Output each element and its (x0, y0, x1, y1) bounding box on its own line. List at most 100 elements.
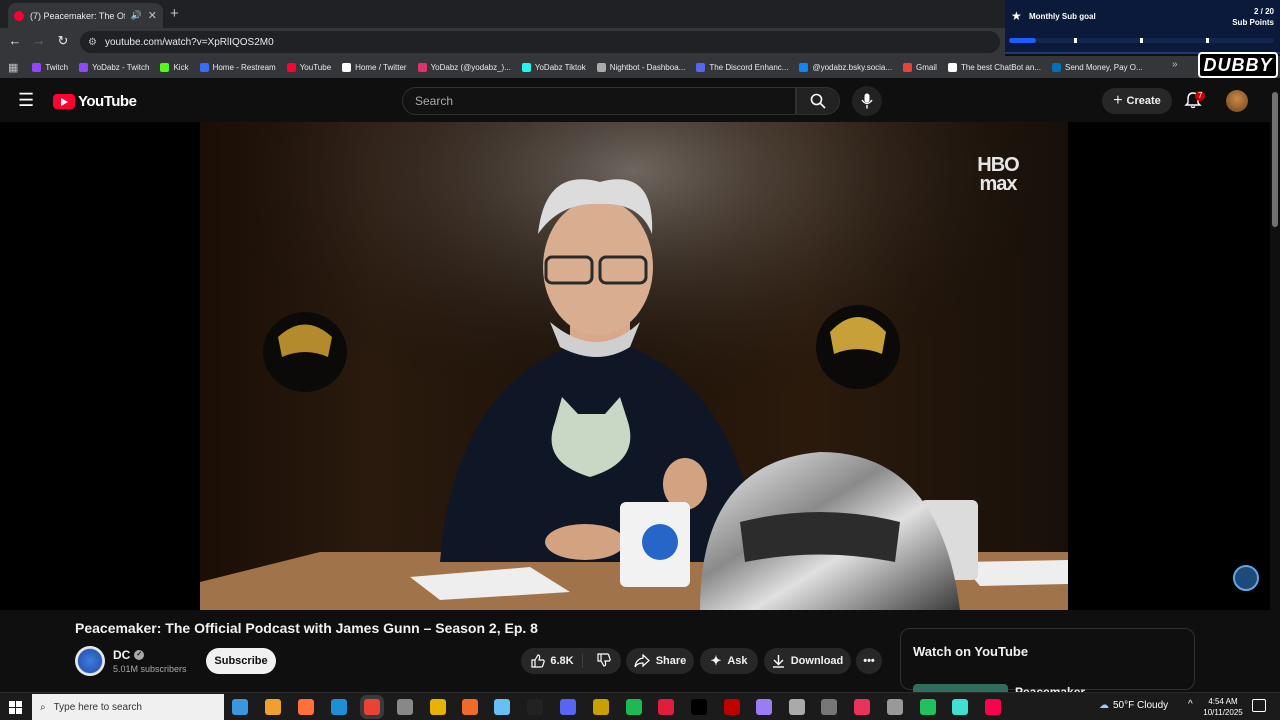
subscriber-count: 5.01M subscribers (113, 664, 187, 674)
youtube-logo[interactable]: YouTube (53, 93, 137, 110)
close-tab-icon[interactable]: ✕ (148, 9, 157, 22)
taskbar-app-icon[interactable] (364, 699, 380, 715)
taskbar-search-input[interactable]: ⌕ Type here to search (32, 694, 224, 720)
channel-name-row[interactable]: DC ✓ (113, 648, 145, 662)
bookmark-favicon-icon (947, 62, 957, 72)
taskbar-app-icon[interactable] (920, 699, 936, 715)
taskbar-app-icon[interactable] (397, 699, 413, 715)
bookmark-label: Kick (173, 62, 189, 72)
search-button[interactable] (796, 87, 840, 115)
download-button[interactable]: Download (764, 648, 851, 674)
video-title: Peacemaker: The Official Podcast with Ja… (75, 620, 538, 636)
taskbar-app-icon[interactable] (298, 699, 314, 715)
taskbar-app-icon[interactable] (331, 699, 347, 715)
create-label: Create (1126, 95, 1161, 107)
taskbar-app-icon[interactable] (560, 699, 576, 715)
like-dislike-group: 6.8K (521, 648, 621, 674)
windows-start-icon[interactable] (9, 701, 22, 714)
address-bar[interactable]: ⚙ youtube.com/watch?v=XpRlIQOS2M0 (80, 31, 1000, 53)
site-info-icon[interactable]: ⚙ (88, 37, 97, 48)
bookmark-item[interactable]: YoDabz - Twitch (79, 62, 149, 72)
more-actions-button[interactable]: ••• (856, 648, 882, 674)
subscribe-button[interactable]: Subscribe (206, 648, 276, 674)
taskbar-app-icon[interactable] (724, 699, 740, 715)
taskbar-app-icon[interactable] (985, 699, 1001, 715)
video-player[interactable]: HBO max (0, 122, 1270, 610)
taskbar-app-icon[interactable] (756, 699, 772, 715)
new-tab-button[interactable]: + (170, 5, 179, 22)
taskbar-app-icon[interactable] (854, 699, 870, 715)
clock-date: 10/11/2025 (1203, 708, 1243, 717)
bookmark-item[interactable]: Home / Twitter (342, 62, 407, 72)
hamburger-menu-icon[interactable]: ☰ (18, 91, 34, 109)
more-bookmarks-icon[interactable]: » (1172, 59, 1178, 70)
voice-search-button[interactable] (852, 86, 882, 116)
create-button[interactable]: + Create (1102, 88, 1172, 114)
bookmark-label: Twitch (45, 62, 69, 72)
watch-on-youtube-panel: Watch on YouTube Peacemaker (900, 628, 1195, 699)
bookmark-favicon-icon (596, 62, 606, 72)
taskbar-app-icon[interactable] (658, 699, 674, 715)
speaker-icon[interactable]: 🔊 (131, 10, 142, 21)
bookmark-item[interactable]: The Discord Enhanc... (696, 62, 788, 72)
taskbar-app-icon[interactable] (789, 699, 805, 715)
bookmark-favicon-icon (799, 62, 809, 72)
channel-name[interactable]: DC (113, 648, 130, 662)
bookmark-item[interactable]: Gmail (903, 62, 937, 72)
taskbar-app-icon[interactable] (265, 699, 281, 715)
channel-avatar[interactable] (75, 646, 105, 676)
taskbar-app-icon[interactable] (952, 699, 968, 715)
system-tray-chevron-icon[interactable]: ^ (1188, 699, 1193, 710)
star-icon: ★ (1011, 9, 1022, 23)
taskbar-app-icon[interactable] (691, 699, 707, 715)
bookmark-item[interactable]: Kick (160, 62, 189, 72)
bookmark-item[interactable]: YoDabz (@yodabz_)... (417, 62, 511, 72)
search-input[interactable]: Search (402, 87, 796, 115)
share-button[interactable]: Share (626, 648, 694, 674)
notification-center-icon[interactable] (1252, 699, 1266, 712)
ask-button[interactable]: ✦ Ask (700, 648, 758, 674)
bookmark-item[interactable]: The best ChatBot an... (947, 62, 1041, 72)
download-icon (772, 655, 784, 668)
taskbar-app-icon[interactable] (626, 699, 642, 715)
bookmark-item[interactable]: Send Money, Pay O... (1051, 62, 1143, 72)
bookmark-item[interactable]: YouTube (286, 62, 331, 72)
taskbar-app-icon[interactable] (430, 699, 446, 715)
taskbar-app-icon[interactable] (593, 699, 609, 715)
bookmark-label: Home / Twitter (355, 62, 407, 72)
back-icon[interactable]: ← (6, 33, 24, 48)
bookmark-favicon-icon (1051, 62, 1061, 72)
reload-icon[interactable]: ↻ (54, 33, 72, 49)
page-scrollbar[interactable] (1270, 80, 1280, 690)
bookmark-item[interactable]: @yodabz.bsky.socia... (799, 62, 892, 72)
forward-icon[interactable]: → (30, 33, 48, 48)
bookmark-item[interactable]: Home - Restream (199, 62, 276, 72)
taskbar-app-icon[interactable] (821, 699, 837, 715)
more-horizontal-icon: ••• (863, 655, 875, 667)
floating-extension-button[interactable] (1233, 565, 1259, 591)
tab-title: (7) Peacemaker: The Officia (30, 10, 125, 21)
taskbar-app-icon[interactable] (232, 699, 248, 715)
taskbar-clock[interactable]: 4:54 AM 10/11/2025 (1200, 696, 1246, 718)
progress-tick (1074, 38, 1077, 43)
weather-widget[interactable]: ☁ 50°F Cloudy (1099, 700, 1168, 711)
taskbar-app-icon[interactable] (527, 699, 543, 715)
taskbar-app-icon[interactable] (494, 699, 510, 715)
youtube-play-icon (53, 94, 75, 109)
account-avatar[interactable] (1226, 90, 1248, 112)
like-button[interactable]: 6.8K (531, 654, 583, 668)
taskbar-app-icon[interactable] (887, 699, 903, 715)
apps-grid-icon[interactable]: ▦ (8, 61, 18, 74)
video-frame[interactable]: HBO max (200, 122, 1068, 610)
scrollbar-thumb[interactable] (1272, 92, 1278, 227)
watch-item-thumbnail[interactable] (913, 684, 1008, 692)
bookmark-item[interactable]: Twitch (32, 62, 69, 72)
taskbar-app-icon[interactable] (462, 699, 478, 715)
dislike-button[interactable] (589, 652, 611, 670)
microphone-icon (861, 93, 873, 109)
browser-tab[interactable]: (7) Peacemaker: The Officia 🔊 ✕ (8, 3, 163, 28)
share-label: Share (655, 655, 687, 667)
bookmark-item[interactable]: Nightbot - Dashboa... (596, 62, 685, 72)
sub-goal-count-block: 2 / 20 Sub Points (1232, 6, 1274, 28)
bookmark-item[interactable]: YoDabz Tiktok (521, 62, 586, 72)
